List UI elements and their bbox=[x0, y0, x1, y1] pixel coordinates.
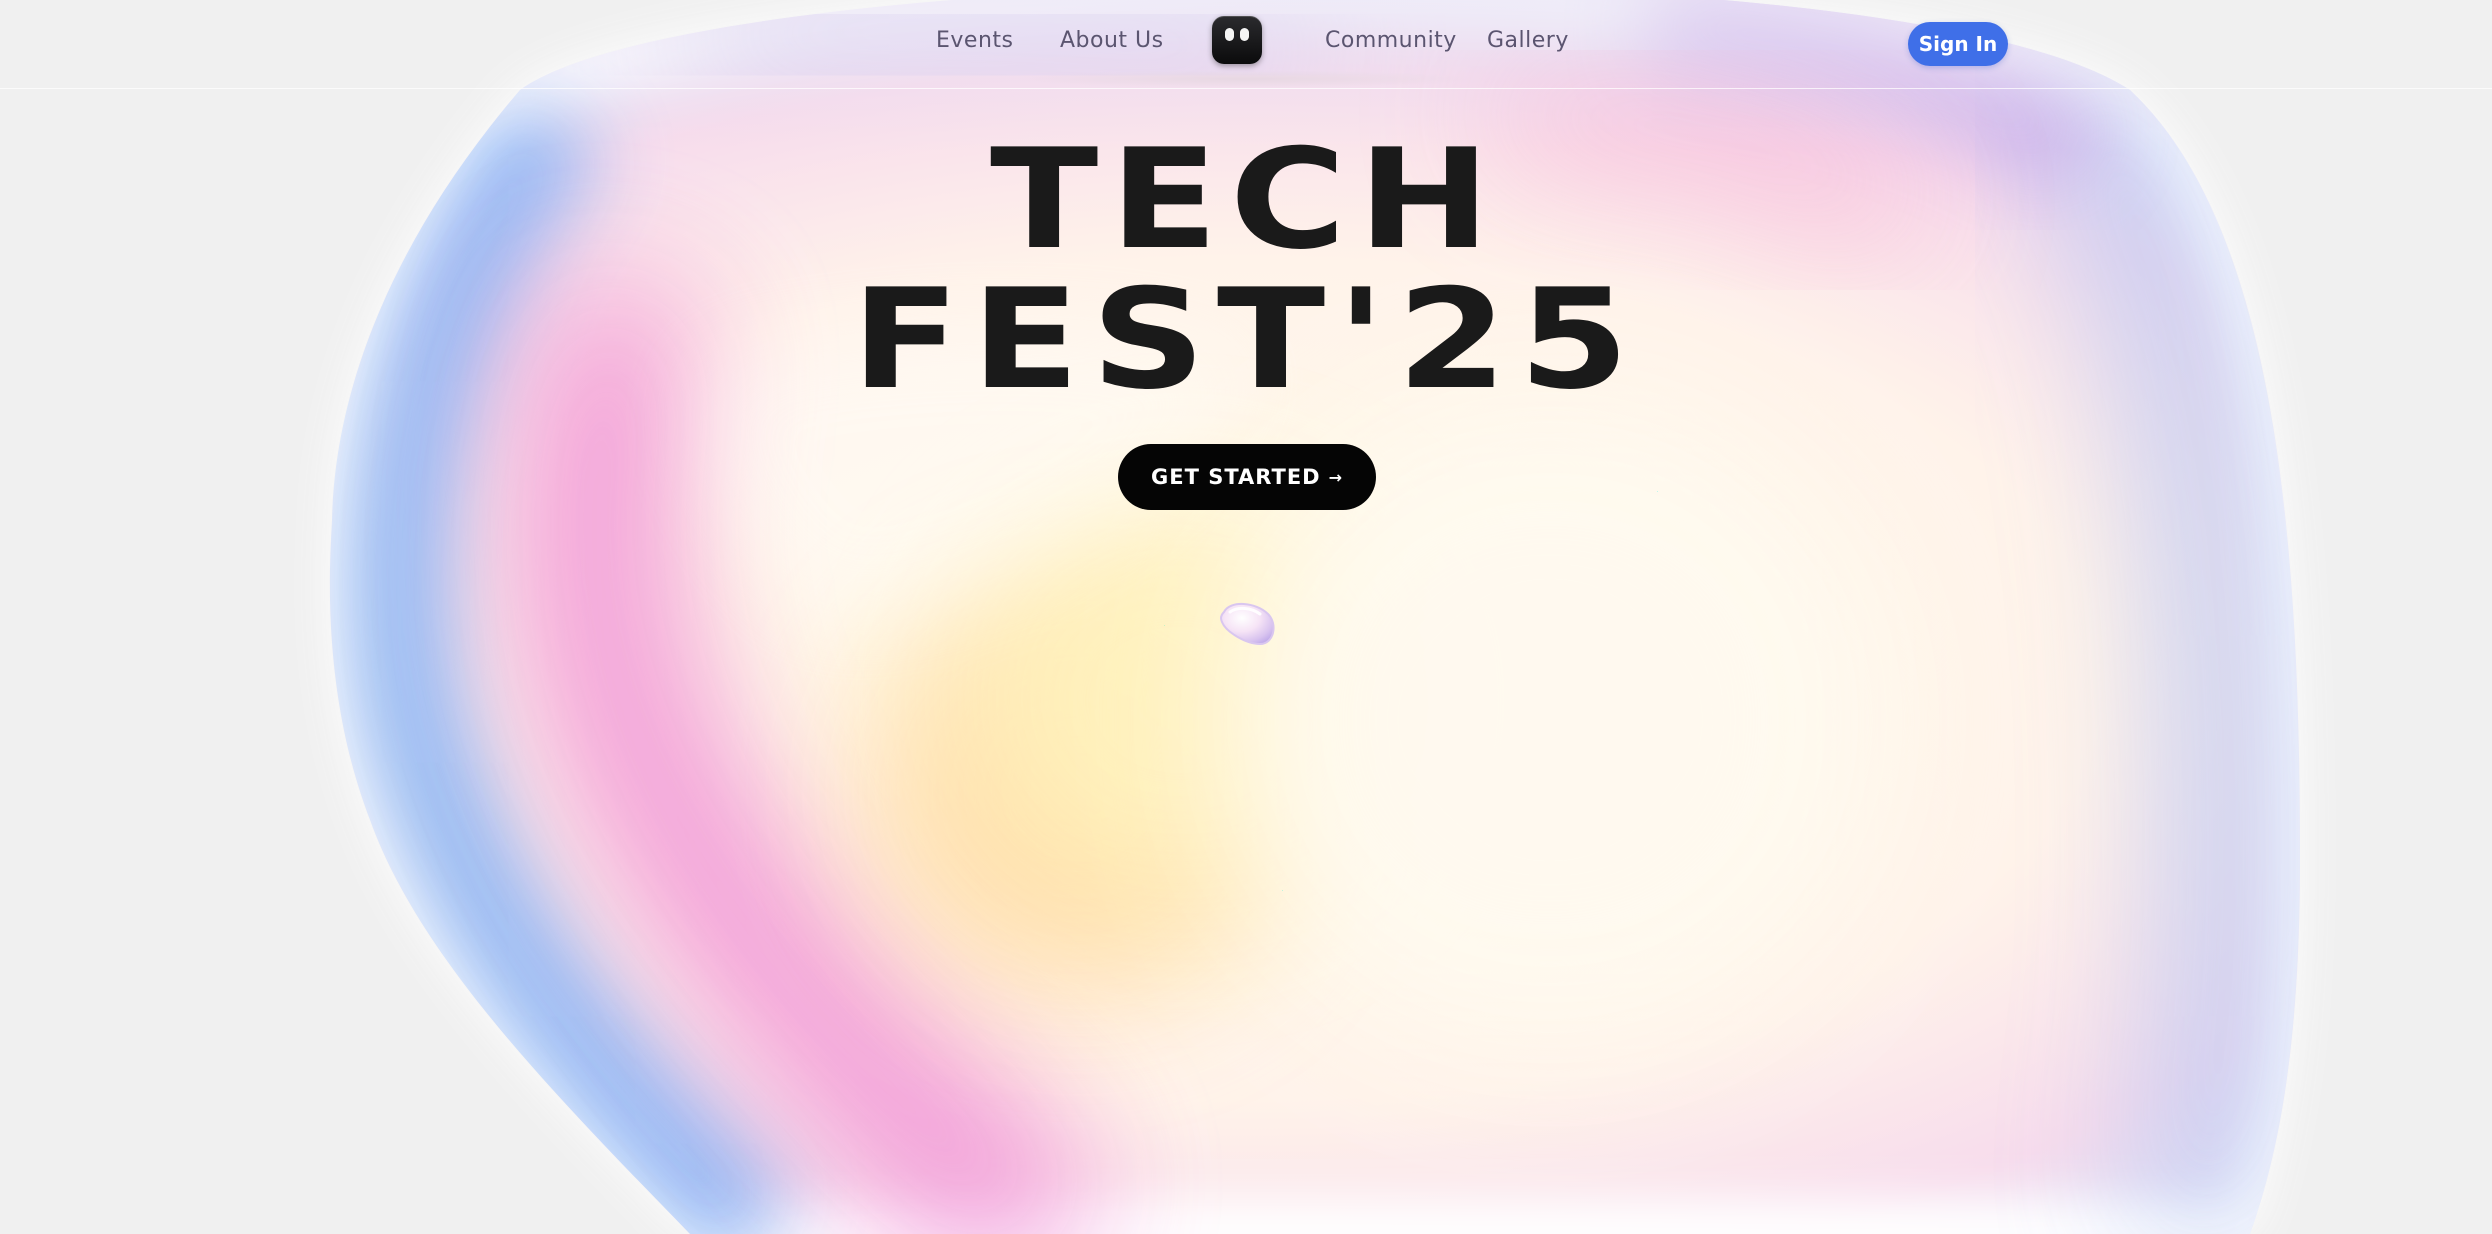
logo-eye-right bbox=[1240, 28, 1249, 41]
robot-face-icon[interactable] bbox=[1212, 16, 1262, 64]
nav-link-events[interactable]: Events bbox=[936, 28, 1014, 53]
hero-title: TECH FEST'25 bbox=[0, 130, 2492, 410]
get-started-label: GET STARTED bbox=[1150, 465, 1321, 489]
glass-pebble-icon bbox=[1219, 603, 1275, 646]
nav-links: Events About Us Community Gallery bbox=[0, 0, 2492, 88]
logo-glow bbox=[1015, 70, 1475, 88]
nav-link-community[interactable]: Community bbox=[1325, 28, 1457, 53]
nav-link-gallery[interactable]: Gallery bbox=[1487, 28, 1569, 53]
hero-title-line-2: FEST'25 bbox=[851, 259, 1641, 420]
nav-link-about-us[interactable]: About Us bbox=[1060, 28, 1164, 53]
arrow-right-icon: → bbox=[1328, 467, 1344, 487]
top-nav-bar: Events About Us Community Gallery Sign I… bbox=[0, 0, 2492, 89]
sign-in-button[interactable]: Sign In bbox=[1908, 22, 2008, 66]
logo-eye-left bbox=[1225, 28, 1234, 41]
page: Events About Us Community Gallery Sign I… bbox=[0, 0, 2492, 1234]
get-started-button[interactable]: GET STARTED → bbox=[1118, 444, 1376, 510]
hero-title-line-1: TECH bbox=[990, 119, 1502, 280]
